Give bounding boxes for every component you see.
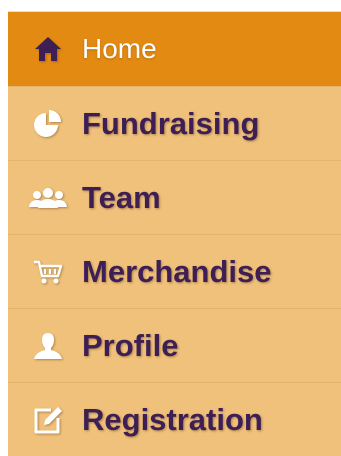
nav-item-merchandise[interactable]: Merchandise xyxy=(8,234,341,308)
home-icon xyxy=(28,29,68,69)
shopping-cart-icon xyxy=(28,252,68,292)
nav-label-profile: Profile xyxy=(82,327,179,363)
user-icon xyxy=(28,326,68,366)
nav-item-profile[interactable]: Profile xyxy=(8,308,341,382)
team-icon xyxy=(28,178,68,218)
pie-chart-icon xyxy=(28,104,68,144)
edit-icon xyxy=(28,400,68,440)
nav-item-team[interactable]: Team xyxy=(8,160,341,234)
nav-label-home: Home xyxy=(82,33,157,64)
nav-item-registration[interactable]: Registration xyxy=(8,382,341,456)
sidebar-nav: Home Fundraising Team Merchandise Profil… xyxy=(8,11,341,456)
nav-label-fundraising: Fundraising xyxy=(82,105,260,141)
nav-label-registration: Registration xyxy=(82,401,263,437)
nav-item-home[interactable]: Home xyxy=(8,12,341,86)
nav-label-merchandise: Merchandise xyxy=(82,253,272,289)
nav-label-team: Team xyxy=(82,179,161,215)
nav-item-fundraising[interactable]: Fundraising xyxy=(8,86,341,160)
